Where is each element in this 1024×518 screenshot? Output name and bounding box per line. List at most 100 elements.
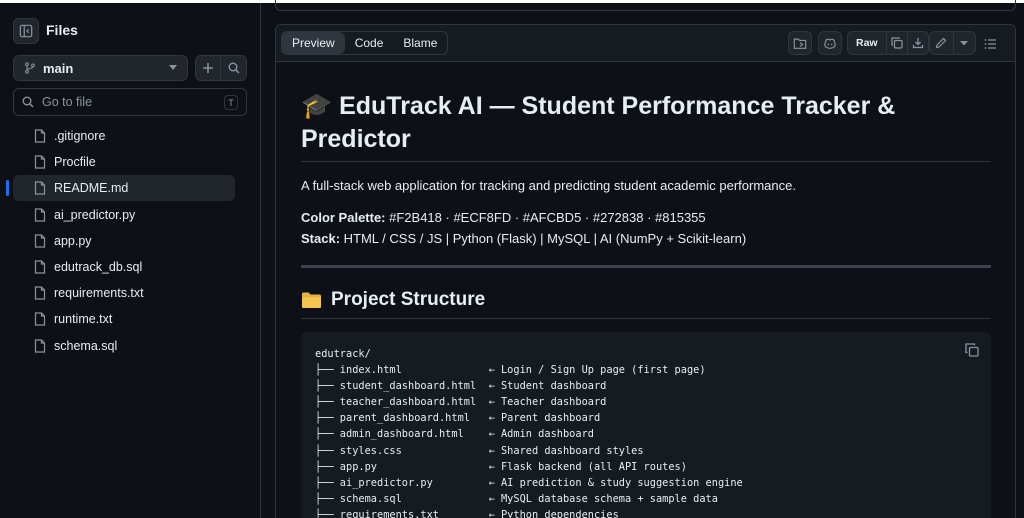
- tab-code[interactable]: Code: [345, 32, 394, 54]
- readme-panel: Preview Code Blame Raw 🎓 EduTrack AI — S…: [275, 24, 1016, 518]
- file-tree-item[interactable]: edutrack_db.sql: [13, 254, 235, 280]
- file-tree-item[interactable]: README.md: [6, 175, 235, 202]
- code-line: ├── app.py ← Flask backend (all API rout…: [315, 460, 687, 473]
- file-name: README.md: [54, 181, 129, 196]
- file-icon: [34, 207, 46, 222]
- file-list: .gitignore Procfile README.md ai_predictor.…: [6, 123, 235, 359]
- file-icon: [34, 286, 46, 300]
- git-branch-icon: [25, 62, 35, 74]
- file-tree-item[interactable]: .gitignore: [13, 123, 235, 149]
- file-name: Procfile: [54, 155, 96, 170]
- file-tree-item[interactable]: schema.sql: [13, 333, 235, 359]
- chevron-down-icon: [169, 65, 177, 70]
- file-icon: [34, 181, 46, 195]
- code-line: ├── styles.css ← Shared dashboard styles: [315, 444, 644, 457]
- heading-divider: [301, 161, 991, 162]
- tab-blame[interactable]: Blame: [393, 32, 447, 54]
- file-name: requirements.txt: [54, 286, 144, 301]
- file-icon: [34, 129, 46, 143]
- sidebar-title: Files: [46, 22, 78, 38]
- file-name: schema.sql: [54, 338, 118, 353]
- code-line: ├── requirements.txt ← Python dependenci…: [315, 508, 619, 518]
- file-icon: [34, 234, 46, 248]
- file-tree-item[interactable]: app.py: [13, 228, 235, 254]
- pencil-icon: [935, 37, 947, 49]
- folder-move-icon: [793, 38, 807, 49]
- copy-icon: [891, 37, 903, 49]
- file-name: ai_predictor.py: [54, 207, 136, 222]
- file-name: edutrack_db.sql: [54, 259, 143, 274]
- file-icon: [34, 338, 46, 353]
- file-view: Preview Code Blame Raw 🎓 EduTrack AI — S…: [262, 0, 1024, 518]
- file-tree-item[interactable]: ai_predictor.py: [13, 202, 235, 228]
- code-line: ├── student_dashboard.html ← Student das…: [315, 380, 607, 393]
- branch-name: main: [43, 60, 74, 76]
- sidebar-toggle-icon: [19, 24, 33, 38]
- code-block: edutrack/ ├── index.html ← Login / Sign U…: [301, 332, 991, 518]
- copy-code-button[interactable]: [965, 343, 979, 362]
- edit-file-group: [929, 31, 976, 55]
- code-line: ├── admin_dashboard.html ← Admin dashboa…: [315, 428, 594, 441]
- edit-options-dropdown[interactable]: [953, 40, 975, 46]
- file-name: app.py: [54, 233, 92, 248]
- section-heading: Project Structure: [301, 289, 485, 311]
- edit-button[interactable]: [930, 37, 953, 49]
- palette-value: #F2B418 · #ECF8FD · #AFCBD5 · #272838 · …: [385, 210, 706, 225]
- branch-selector[interactable]: main: [13, 55, 188, 81]
- file-tree-item[interactable]: Procfile: [13, 149, 235, 175]
- section-heading-text: Project Structure: [331, 289, 486, 310]
- collapse-sidebar-button[interactable]: [13, 18, 39, 44]
- code-line: ├── parent_dashboard.html ← Parent dashb…: [315, 412, 601, 425]
- folder-icon: [302, 292, 321, 308]
- color-palette-line: Color Palette: #F2B418 · #ECF8FD · #AFCB…: [301, 210, 706, 225]
- keyboard-shortcut-hint: T: [224, 95, 238, 110]
- stack-value: HTML / CSS / JS | Python (Flask) | MySQL…: [340, 231, 747, 246]
- add-file-button[interactable]: [195, 55, 221, 81]
- file-name: runtime.txt: [54, 312, 113, 327]
- file-icon: [34, 312, 46, 326]
- file-header-toolbar: Preview Code Blame Raw: [276, 25, 1015, 62]
- outline-button[interactable]: [984, 37, 997, 55]
- go-to-file-input[interactable]: Go to file T: [13, 88, 247, 116]
- code-line: ├── schema.sql ← MySQL database schema +…: [315, 492, 718, 505]
- stack-label: Stack:: [301, 231, 341, 246]
- copilot-button[interactable]: [818, 31, 842, 55]
- readme-title: 🎓 EduTrack AI — Student Performance Trac…: [301, 90, 991, 156]
- stack-line: Stack: HTML / CSS / JS | Python (Flask) …: [301, 231, 746, 246]
- download-button[interactable]: [908, 37, 928, 49]
- copilot-icon: [824, 38, 836, 49]
- search-icon: [22, 96, 34, 108]
- code-lines: edutrack/ ├── index.html ← Login / Sign U…: [315, 346, 743, 518]
- tab-preview[interactable]: Preview: [282, 32, 345, 54]
- readme-description: A full-stack web application for trackin…: [301, 178, 796, 193]
- file-name: .gitignore: [54, 129, 106, 143]
- horizontal-rule: [301, 265, 991, 268]
- code-line: ├── teacher_dashboard.html ← Teacher das…: [315, 396, 607, 409]
- search-code-button[interactable]: [221, 55, 247, 81]
- file-icon: [34, 155, 46, 169]
- code-line: edutrack/: [315, 348, 371, 360]
- raw-button[interactable]: Raw: [848, 37, 886, 49]
- file-tree-item[interactable]: requirements.txt: [13, 280, 235, 306]
- search-icon: [228, 62, 240, 74]
- commit-info-box: [275, 0, 1016, 11]
- heading-divider: [301, 318, 991, 319]
- palette-label: Color Palette:: [301, 210, 386, 225]
- copy-raw-button[interactable]: [886, 37, 906, 49]
- open-in-codespace-button[interactable]: [788, 31, 812, 55]
- readme-title-text: EduTrack AI — Student Performance Tracke…: [301, 92, 896, 153]
- go-to-file-placeholder: Go to file: [42, 95, 93, 109]
- raw-copy-download-group: Raw: [847, 31, 929, 55]
- download-icon: [912, 38, 923, 49]
- code-line: ├── index.html ← Login / Sign Up page (f…: [315, 364, 706, 377]
- file-icon: [34, 260, 46, 274]
- list-outline-icon: [984, 39, 996, 49]
- plus-icon: [203, 63, 213, 73]
- file-tree-item[interactable]: runtime.txt: [13, 306, 235, 332]
- copy-icon: [965, 343, 979, 357]
- code-line: ├── ai_predictor.py ← AI prediction & st…: [315, 476, 743, 489]
- graduation-cap-icon: 🎓: [301, 92, 333, 120]
- file-tree-sidebar: Files main Go to file T .gitignore Procfi…: [0, 3, 261, 518]
- chevron-down-icon: [960, 40, 969, 45]
- view-mode-tabs: Preview Code Blame: [281, 31, 449, 55]
